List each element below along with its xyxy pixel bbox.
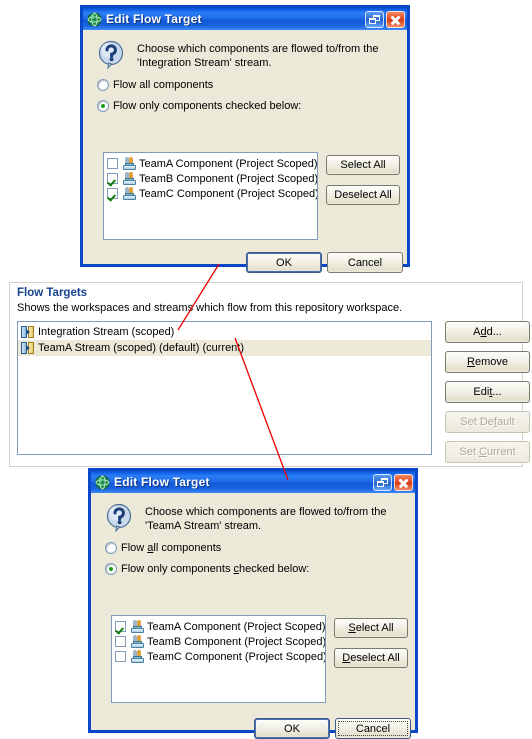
prompt-line-2: 'TeamA Stream' stream. bbox=[145, 520, 262, 532]
set-current-button: Set Current bbox=[445, 441, 530, 463]
prompt-line-2: 'Integration Stream' stream. bbox=[137, 57, 272, 69]
radio-flow-checked-button[interactable] bbox=[97, 100, 109, 112]
restore-window-icon[interactable] bbox=[373, 473, 392, 491]
radio-flow-all-label: Flow all components bbox=[121, 542, 222, 554]
deselect-all-label: Deselect All bbox=[342, 652, 400, 664]
list-item[interactable]: TeamC Component (Project Scoped) bbox=[112, 649, 325, 664]
flow-target-row[interactable]: Integration Stream (scoped) bbox=[18, 324, 431, 340]
list-item[interactable]: TeamA Component (Project Scoped) bbox=[112, 619, 325, 634]
component-icon bbox=[130, 650, 146, 663]
component-checkbox[interactable] bbox=[115, 651, 126, 662]
section-title: Flow Targets bbox=[17, 287, 88, 299]
component-list-bottom[interactable]: TeamA Component (Project Scoped) TeamB C… bbox=[111, 615, 326, 703]
prompt-line-1: Choose which components are flowed to/fr… bbox=[145, 506, 387, 518]
prompt-text: Choose which components are flowed to/fr… bbox=[137, 40, 379, 70]
radio-flow-all-button[interactable] bbox=[97, 79, 109, 91]
add-label: Add... bbox=[473, 326, 502, 338]
set-current-label: Set Current bbox=[459, 446, 516, 458]
component-checkbox[interactable] bbox=[115, 636, 126, 647]
component-label: TeamB Component (Project Scoped) bbox=[139, 172, 318, 185]
ok-label: OK bbox=[276, 256, 292, 269]
radio-flow-all[interactable]: Flow all components bbox=[95, 79, 395, 91]
radio-flow-all[interactable]: Flow all components bbox=[103, 542, 403, 554]
close-window-icon[interactable] bbox=[394, 473, 413, 491]
component-checkbox[interactable] bbox=[107, 173, 118, 184]
flow-targets-button-column: Add... Remove Edit... Set Default Set Cu… bbox=[445, 321, 531, 471]
radio-flow-checked[interactable]: Flow only components checked below: bbox=[95, 100, 395, 112]
flow-target-row-selected[interactable]: TeamA Stream (scoped) (default) (current… bbox=[18, 340, 431, 356]
cancel-label: Cancel bbox=[355, 722, 391, 735]
remove-label: Remove bbox=[467, 356, 508, 368]
radio-flow-checked[interactable]: Flow only components checked below: bbox=[103, 563, 403, 575]
component-checkbox[interactable] bbox=[107, 188, 118, 199]
list-item[interactable]: TeamA Component (Project Scoped) bbox=[104, 156, 317, 171]
ok-label: OK bbox=[284, 722, 300, 735]
stream-icon bbox=[20, 341, 36, 355]
list-item[interactable]: TeamC Component (Project Scoped) bbox=[104, 186, 317, 201]
flow-targets-list[interactable]: Integration Stream (scoped) TeamA Stream… bbox=[17, 321, 432, 455]
deselect-all-button[interactable]: Deselect All bbox=[334, 648, 408, 668]
prompt-line-1: Choose which components are flowed to/fr… bbox=[137, 43, 379, 55]
select-all-button[interactable]: Select All bbox=[334, 618, 408, 638]
component-icon bbox=[122, 157, 138, 170]
set-default-button: Set Default bbox=[445, 411, 530, 433]
cancel-button[interactable]: Cancel bbox=[327, 252, 403, 273]
dialog-title-bar[interactable]: Edit Flow Target bbox=[88, 468, 418, 493]
globe-icon bbox=[87, 12, 102, 27]
edit-label: Edit... bbox=[473, 386, 502, 398]
component-icon bbox=[130, 620, 146, 633]
component-icon bbox=[122, 187, 138, 200]
prompt-text: Choose which components are flowed to/fr… bbox=[145, 503, 387, 533]
component-label: TeamC Component (Project Scoped) bbox=[139, 187, 318, 200]
question-icon bbox=[97, 40, 127, 70]
component-checkbox[interactable] bbox=[107, 158, 118, 169]
radio-flow-checked-label: Flow only components checked below: bbox=[121, 563, 310, 575]
deselect-all-button[interactable]: Deselect All bbox=[326, 185, 400, 205]
select-all-label: Select All bbox=[348, 622, 394, 634]
deselect-all-label: Deselect All bbox=[334, 189, 392, 201]
ok-button[interactable]: OK bbox=[254, 718, 330, 739]
radio-flow-all-label: Flow all components bbox=[113, 79, 214, 91]
flow-targets-section: Flow Targets Shows the workspaces and st… bbox=[9, 282, 530, 467]
flow-target-label: Integration Stream (scoped) bbox=[38, 326, 175, 338]
cancel-button[interactable]: Cancel bbox=[335, 718, 411, 739]
edit-button[interactable]: Edit... bbox=[445, 381, 530, 403]
list-item[interactable]: TeamB Component (Project Scoped) bbox=[112, 634, 325, 649]
section-description: Shows the workspaces and streams which f… bbox=[17, 302, 403, 314]
component-label: TeamA Component (Project Scoped) bbox=[139, 157, 318, 170]
radio-flow-checked-button[interactable] bbox=[105, 563, 117, 575]
dialog-body: Choose which components are flowed to/fr… bbox=[83, 30, 407, 273]
add-button[interactable]: Add... bbox=[445, 321, 530, 343]
component-icon bbox=[122, 172, 138, 185]
flow-target-label: TeamA Stream (scoped) (default) (current… bbox=[38, 342, 245, 354]
edit-flow-target-dialog-bottom: Edit Flow Target Choose which components… bbox=[88, 468, 418, 739]
set-default-label: Set Default bbox=[460, 416, 515, 428]
radio-flow-checked-label: Flow only components checked below: bbox=[113, 100, 302, 112]
component-checkbox[interactable] bbox=[115, 621, 126, 632]
close-window-icon[interactable] bbox=[386, 10, 405, 28]
globe-icon bbox=[95, 475, 110, 490]
stream-icon bbox=[20, 325, 36, 339]
restore-window-icon[interactable] bbox=[365, 10, 384, 28]
component-icon bbox=[130, 635, 146, 648]
question-icon bbox=[105, 503, 135, 533]
component-list-top[interactable]: TeamA Component (Project Scoped) TeamB C… bbox=[103, 152, 318, 240]
cancel-label: Cancel bbox=[347, 256, 383, 269]
dialog-title: Edit Flow Target bbox=[106, 12, 202, 26]
list-item[interactable]: TeamB Component (Project Scoped) bbox=[104, 171, 317, 186]
component-label: TeamA Component (Project Scoped) bbox=[147, 620, 326, 633]
component-label: TeamC Component (Project Scoped) bbox=[147, 650, 326, 663]
select-all-button[interactable]: Select All bbox=[326, 155, 400, 175]
select-all-label: Select All bbox=[340, 159, 386, 171]
prompt: Choose which components are flowed to/fr… bbox=[103, 503, 403, 533]
dialog-title-bar[interactable]: Edit Flow Target bbox=[80, 5, 410, 30]
dialog-title: Edit Flow Target bbox=[114, 475, 210, 489]
component-label: TeamB Component (Project Scoped) bbox=[147, 635, 326, 648]
dialog-body: Choose which components are flowed to/fr… bbox=[91, 493, 415, 739]
radio-flow-all-button[interactable] bbox=[105, 542, 117, 554]
prompt: Choose which components are flowed to/fr… bbox=[95, 40, 395, 70]
ok-button[interactable]: OK bbox=[246, 252, 322, 273]
edit-flow-target-dialog-top: Edit Flow Target Choose which components… bbox=[80, 5, 410, 273]
remove-button[interactable]: Remove bbox=[445, 351, 530, 373]
